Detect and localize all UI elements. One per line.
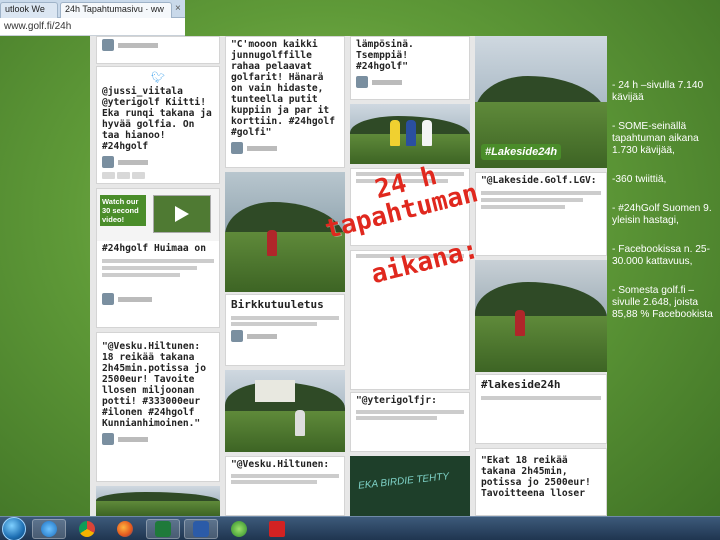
- tweet-text: lämpösinä. Tsemppiä! #24hgolf": [356, 39, 414, 72]
- golfer-figure: [422, 120, 432, 146]
- tweet-card: "Ekat 18 reikää takana 2h45min, potissa …: [475, 448, 607, 516]
- tweet-body-placeholder: [97, 259, 219, 291]
- video-promo-text: Watch our 30 second video!: [100, 195, 146, 226]
- photo-tile[interactable]: [96, 486, 220, 516]
- taskbar-internet-explorer[interactable]: [32, 519, 66, 539]
- avatar: [356, 76, 368, 88]
- tweet-text: "@Vesku.Hiltunen: 18 reikää takana 2h45m…: [102, 341, 206, 429]
- play-icon[interactable]: [175, 206, 189, 222]
- tab-label: 24h Tapahtumasivu · ww: [65, 4, 164, 14]
- excel-icon: [155, 521, 171, 537]
- statistics-list: - 24 h –sivulla 7.140 kävijää - SOME-sei…: [610, 80, 720, 338]
- tweet-body-placeholder: [351, 410, 469, 420]
- photo-caption: EKA BIRDIE TEHTY: [357, 471, 450, 492]
- tweet-author: [226, 328, 344, 344]
- golfer-figure: [390, 120, 400, 146]
- tweet-card: Birkkutuuletus: [225, 294, 345, 366]
- tweet-author: [226, 140, 344, 156]
- tweet-card: "@Vesku.Hiltunen: 18 reikää takana 2h45m…: [96, 332, 220, 482]
- tweet-card: 🐦︎ @jussi_viitala @yterigolf Kiitti! Eka…: [96, 66, 220, 184]
- golfer-figure: [515, 310, 525, 336]
- tweet-body-placeholder: [226, 474, 344, 484]
- word-icon: [193, 521, 209, 537]
- lakeside-logo: #Lakeside24h: [481, 144, 562, 160]
- tweet-author: [97, 431, 219, 447]
- tweet-card: "@Lakeside.Golf.LGV:: [475, 172, 607, 256]
- firefox-icon: [117, 521, 133, 537]
- avatar: [102, 39, 114, 51]
- stat-social-wall-visitors: - SOME-seinällä tapahtuman aikana 1.730 …: [612, 121, 699, 156]
- video-tweet-card: Watch our 30 second video! #24hgolf Huim…: [96, 188, 220, 328]
- avatar: [102, 156, 114, 168]
- tab-24h-event[interactable]: 24h Tapahtumasivu · ww: [60, 2, 172, 18]
- share-buttons[interactable]: [97, 170, 219, 181]
- taskbar-media-center[interactable]: [222, 519, 256, 539]
- tweet-card: #lakeside24h: [475, 374, 607, 444]
- media-center-icon: [231, 521, 247, 537]
- tweet-heading: #lakeside24h: [481, 378, 561, 391]
- stat-page-visitors: - 24 h –sivulla 7.140 kävijää: [612, 80, 704, 103]
- tweet-author: [97, 154, 219, 170]
- taskbar-chrome[interactable]: [70, 519, 104, 539]
- stat-facebook-reach: - Facebookissa n. 25-30.000 kattavuus,: [612, 244, 710, 267]
- tweet-body-placeholder: [476, 396, 606, 400]
- golfer-figure: [406, 120, 416, 146]
- chrome-icon: [79, 521, 95, 537]
- tweet-text: "@yterigolfjr:: [356, 395, 437, 406]
- tweet-card: "@yterigolfjr:: [350, 392, 470, 452]
- url-text: www.golf.fi/24h: [4, 21, 72, 32]
- tweet-text: "@Lakeside.Golf.LGV:: [481, 175, 597, 186]
- internet-explorer-icon: [41, 521, 57, 537]
- golfer-figure: [267, 230, 277, 256]
- tweet-author: [97, 37, 219, 53]
- stat-tweets: -360 twiittiä,: [612, 174, 667, 185]
- address-bar[interactable]: www.golf.fi/24h: [0, 18, 185, 36]
- tweet-body-placeholder: [476, 191, 606, 209]
- tweet-author: [351, 74, 469, 90]
- tweet-text: #24hgolf Huimaa on: [102, 243, 206, 254]
- close-icon[interactable]: ×: [175, 3, 181, 14]
- tab-label: utlook We: [5, 4, 45, 14]
- avatar: [102, 433, 114, 445]
- photo-tile[interactable]: [350, 104, 470, 164]
- tweet-card: lämpösinä. Tsemppiä! #24hgolf": [350, 36, 470, 100]
- tweet-body-placeholder: [226, 316, 344, 326]
- avatar: [102, 293, 114, 305]
- start-button[interactable]: [2, 517, 26, 540]
- taskbar-firefox[interactable]: [108, 519, 142, 539]
- browser-tab-bar: utlook We 24h Tapahtumasivu · ww ×: [0, 0, 185, 18]
- golfer-figure: [295, 410, 305, 436]
- tweet-card: "@Vesku.Hiltunen:: [225, 456, 345, 516]
- tweet-heading: Birkkutuuletus: [231, 298, 324, 311]
- tweet-author: [97, 291, 219, 307]
- photo-tile[interactable]: [225, 370, 345, 452]
- tweet-card: "C'mooon kaikki junnugolffille rahaa pel…: [225, 36, 345, 168]
- photo-tile[interactable]: #Lakeside24h: [475, 36, 607, 168]
- stat-social-referrals: - Somesta golf.fi – sivulle 2.648, joist…: [612, 285, 713, 320]
- stat-hashtag-rank: - #24hGolf Suomen 9. yleisin hastagi,: [612, 203, 712, 226]
- tweet-card: [96, 36, 220, 64]
- taskbar-acrobat[interactable]: [260, 519, 294, 539]
- social-wall: 🐦︎ @jussi_viitala @yterigolf Kiitti! Eka…: [90, 36, 607, 516]
- avatar: [231, 330, 243, 342]
- acrobat-icon: [269, 521, 285, 537]
- twitter-icon: 🐦︎: [151, 72, 165, 84]
- tweet-text: @jussi_viitala @yterigolf Kiitti! Eka ru…: [102, 86, 212, 152]
- avatar: [231, 142, 243, 154]
- photo-tile[interactable]: EKA BIRDIE TEHTY: [350, 456, 470, 516]
- tab-outlook[interactable]: utlook We: [0, 2, 58, 18]
- photo-tile[interactable]: [475, 260, 607, 372]
- video-thumbnail[interactable]: Watch our 30 second video!: [97, 189, 219, 241]
- taskbar-word[interactable]: [184, 519, 218, 539]
- tweet-text: "@Vesku.Hiltunen:: [231, 459, 330, 470]
- tweet-text: "C'mooon kaikki junnugolffille rahaa pel…: [231, 39, 335, 138]
- taskbar-excel[interactable]: [146, 519, 180, 539]
- taskbar: [0, 516, 720, 540]
- tweet-text: "Ekat 18 reikää takana 2h45min, potissa …: [481, 455, 591, 499]
